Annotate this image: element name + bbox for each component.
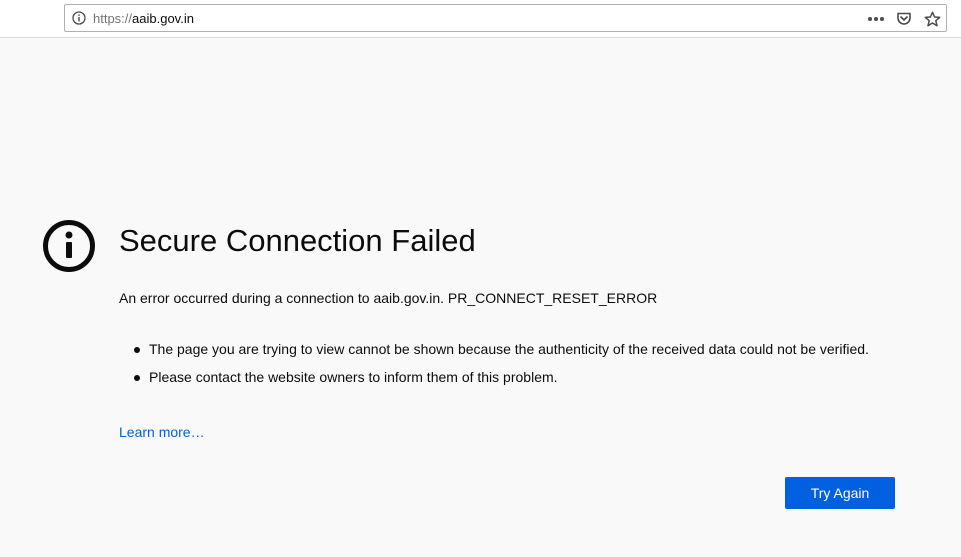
list-item-text: Please contact the website owners to inf… [149, 369, 558, 385]
error-short-description: An error occurred during a connection to… [119, 290, 658, 306]
star-icon[interactable] [922, 9, 942, 29]
more-horizontal-icon[interactable] [866, 9, 886, 29]
learn-more-link[interactable]: Learn more… [119, 424, 205, 441]
bullet-icon [134, 375, 140, 381]
info-circle-icon [42, 218, 98, 274]
url-text[interactable]: https://aaib.gov.in [93, 11, 194, 26]
info-icon[interactable] [72, 11, 86, 25]
list-item: The page you are trying to view cannot b… [119, 340, 879, 359]
error-details-list: The page you are trying to view cannot b… [119, 340, 879, 396]
url-host: aaib.gov.in [132, 11, 194, 26]
url-bar[interactable]: https://aaib.gov.in [64, 4, 947, 32]
page-actions [866, 8, 942, 30]
list-item-text: The page you are trying to view cannot b… [149, 341, 869, 357]
try-again-button[interactable]: Try Again [785, 477, 895, 509]
page-title: Secure Connection Failed [119, 223, 476, 258]
browser-toolbar: https://aaib.gov.in [0, 0, 961, 38]
bullet-icon [134, 347, 140, 353]
url-scheme: https:// [93, 11, 133, 26]
pocket-icon[interactable] [894, 9, 914, 29]
list-item: Please contact the website owners to inf… [119, 368, 879, 387]
